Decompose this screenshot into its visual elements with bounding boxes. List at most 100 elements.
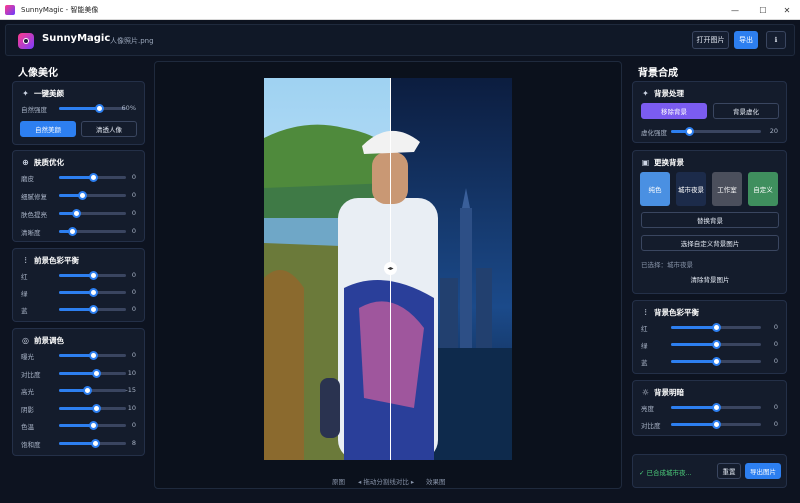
target-icon: ⊕ <box>22 158 29 167</box>
slider-label: 细腻修复 <box>21 193 47 201</box>
slider-track[interactable] <box>59 403 126 413</box>
slider-track[interactable] <box>671 403 761 412</box>
skin-card: ⊕ 肤质优化 磨皮 0 细腻修复 0 肤色提亮 0 清晰度 0 <box>12 150 145 242</box>
sliders-icon: ⫶ <box>24 255 27 265</box>
original-caption: 原图 <box>332 478 345 486</box>
slider-value: 20 <box>769 127 778 135</box>
slider-row: 蓝0 <box>21 303 136 315</box>
title-bar: SunnyMagic - 智能美像 — ☐ ✕ <box>0 0 800 20</box>
info-icon: ℹ <box>774 36 778 44</box>
logo-icon <box>18 33 34 49</box>
close-button[interactable]: ✕ <box>774 0 800 20</box>
slider-track[interactable] <box>671 357 761 366</box>
slider-row: 细腻修复 0 <box>21 189 136 201</box>
slider-row: 色温 0 <box>21 419 136 431</box>
slider-value: 60% <box>121 104 136 112</box>
slider-knob[interactable] <box>88 421 98 430</box>
open-image-button[interactable]: 打开图片 <box>692 31 729 49</box>
sun-icon: ☼ <box>641 388 650 397</box>
intensity-slider[interactable] <box>59 104 126 113</box>
slider-knob[interactable] <box>88 173 98 182</box>
slider-label: 虚化强度 <box>641 129 667 137</box>
bg-thumb-solid[interactable]: 纯色 <box>640 172 670 206</box>
slider-label: 肤色提亮 <box>21 211 47 219</box>
app-header: SunnyMagic 人像照片.png 打开图片 导出 ℹ <box>5 24 795 56</box>
slider-knob[interactable] <box>712 420 721 429</box>
export-image-button[interactable]: 导出图片 <box>745 463 781 479</box>
slider-value: 0 <box>773 323 778 331</box>
slider-track[interactable] <box>59 386 126 395</box>
bg-thumb-custom[interactable]: 自定义 <box>748 172 778 206</box>
slider-knob[interactable] <box>83 386 93 395</box>
slider-row: 对比度 0 <box>641 418 778 430</box>
slider-track[interactable] <box>59 288 126 297</box>
replace-bg-button[interactable]: 替换背景 <box>641 212 779 228</box>
slider-value: 0 <box>773 403 778 411</box>
slider-row: 绿0 <box>21 286 136 298</box>
bg-process-card: ✦ 背景处理 移除背景 背景虚化 虚化强度 20 <box>632 81 787 143</box>
slider-row: 红0 <box>21 269 136 281</box>
slider-label: 饱和度 <box>21 440 41 449</box>
slider-label: 绿 <box>21 290 28 298</box>
slider-track[interactable] <box>671 340 761 349</box>
slider-value: 10 <box>127 368 136 377</box>
slider-knob[interactable] <box>88 271 98 280</box>
slider-knob[interactable] <box>91 403 101 413</box>
slider-knob[interactable] <box>71 209 81 218</box>
app-icon <box>5 4 15 15</box>
fg-balance-card: ⫶ 前景色彩平衡 红0绿0蓝0 <box>12 248 145 322</box>
card-title: 前景调色 <box>34 336 64 345</box>
slider-knob[interactable] <box>685 127 694 136</box>
slider-row: 磨皮 0 <box>21 171 136 183</box>
slider-track[interactable] <box>59 421 126 430</box>
choose-custom-bg-button[interactable]: 选择自定义背景图片 <box>641 235 779 251</box>
sparkle-icon: ✦ <box>22 89 29 98</box>
minimize-button[interactable]: — <box>722 0 748 20</box>
slider-value: 0 <box>131 271 136 279</box>
slider-value: 0 <box>131 209 136 217</box>
slider-track[interactable] <box>59 368 126 378</box>
slider-knob[interactable] <box>712 403 721 412</box>
blur-slider[interactable] <box>671 127 761 136</box>
natural-beauty-button[interactable]: 自然美颜 <box>20 121 76 137</box>
slider-knob[interactable] <box>68 227 78 236</box>
card-title: 背景色彩平衡 <box>654 308 699 317</box>
slider-knob[interactable] <box>88 351 98 360</box>
slider-label: 磨皮 <box>21 175 34 183</box>
slider-knob[interactable] <box>712 357 721 366</box>
slider-knob[interactable] <box>78 191 88 200</box>
slider-track[interactable] <box>59 305 126 314</box>
slider-track[interactable] <box>671 420 761 429</box>
slider-track[interactable] <box>59 191 126 200</box>
slider-track[interactable] <box>59 209 126 218</box>
slider-knob[interactable] <box>88 305 98 314</box>
slider-row: 对比度 10 <box>21 367 136 379</box>
info-button[interactable]: ℹ <box>766 31 786 49</box>
slider-knob[interactable] <box>91 368 101 378</box>
slider-row: 饱和度 8 <box>21 437 136 449</box>
maximize-button[interactable]: ☐ <box>750 0 776 20</box>
slider-knob[interactable] <box>712 340 721 349</box>
drag-hint: ◂ 拖动分割线对比 ▸ <box>358 478 415 486</box>
slider-track[interactable] <box>59 351 126 360</box>
slider-track[interactable] <box>59 227 126 236</box>
reset-button[interactable]: 重置 <box>717 463 741 479</box>
slider-track[interactable] <box>59 173 126 182</box>
slider-knob[interactable] <box>88 288 98 297</box>
slider-track[interactable] <box>59 438 126 448</box>
bg-thumb-city[interactable]: 城市夜景 <box>676 172 706 206</box>
slider-knob[interactable] <box>95 104 105 113</box>
bg-thumb-studio[interactable]: 工作室 <box>712 172 742 206</box>
slider-row: 蓝0 <box>641 355 778 367</box>
clear-bg-button[interactable]: 清除背景图片 <box>641 271 779 287</box>
compare-handle[interactable]: ◂▸ <box>384 262 397 275</box>
remove-bg-button[interactable]: 移除背景 <box>641 103 707 119</box>
slider-label: 蓝 <box>21 307 28 315</box>
blur-bg-button[interactable]: 背景虚化 <box>713 103 779 119</box>
export-button[interactable]: 导出 <box>734 31 758 49</box>
slider-track[interactable] <box>671 323 761 332</box>
slider-knob[interactable] <box>91 438 101 448</box>
slider-knob[interactable] <box>712 323 721 332</box>
slider-track[interactable] <box>59 271 126 280</box>
clear-portrait-button[interactable]: 清透人像 <box>81 121 137 137</box>
